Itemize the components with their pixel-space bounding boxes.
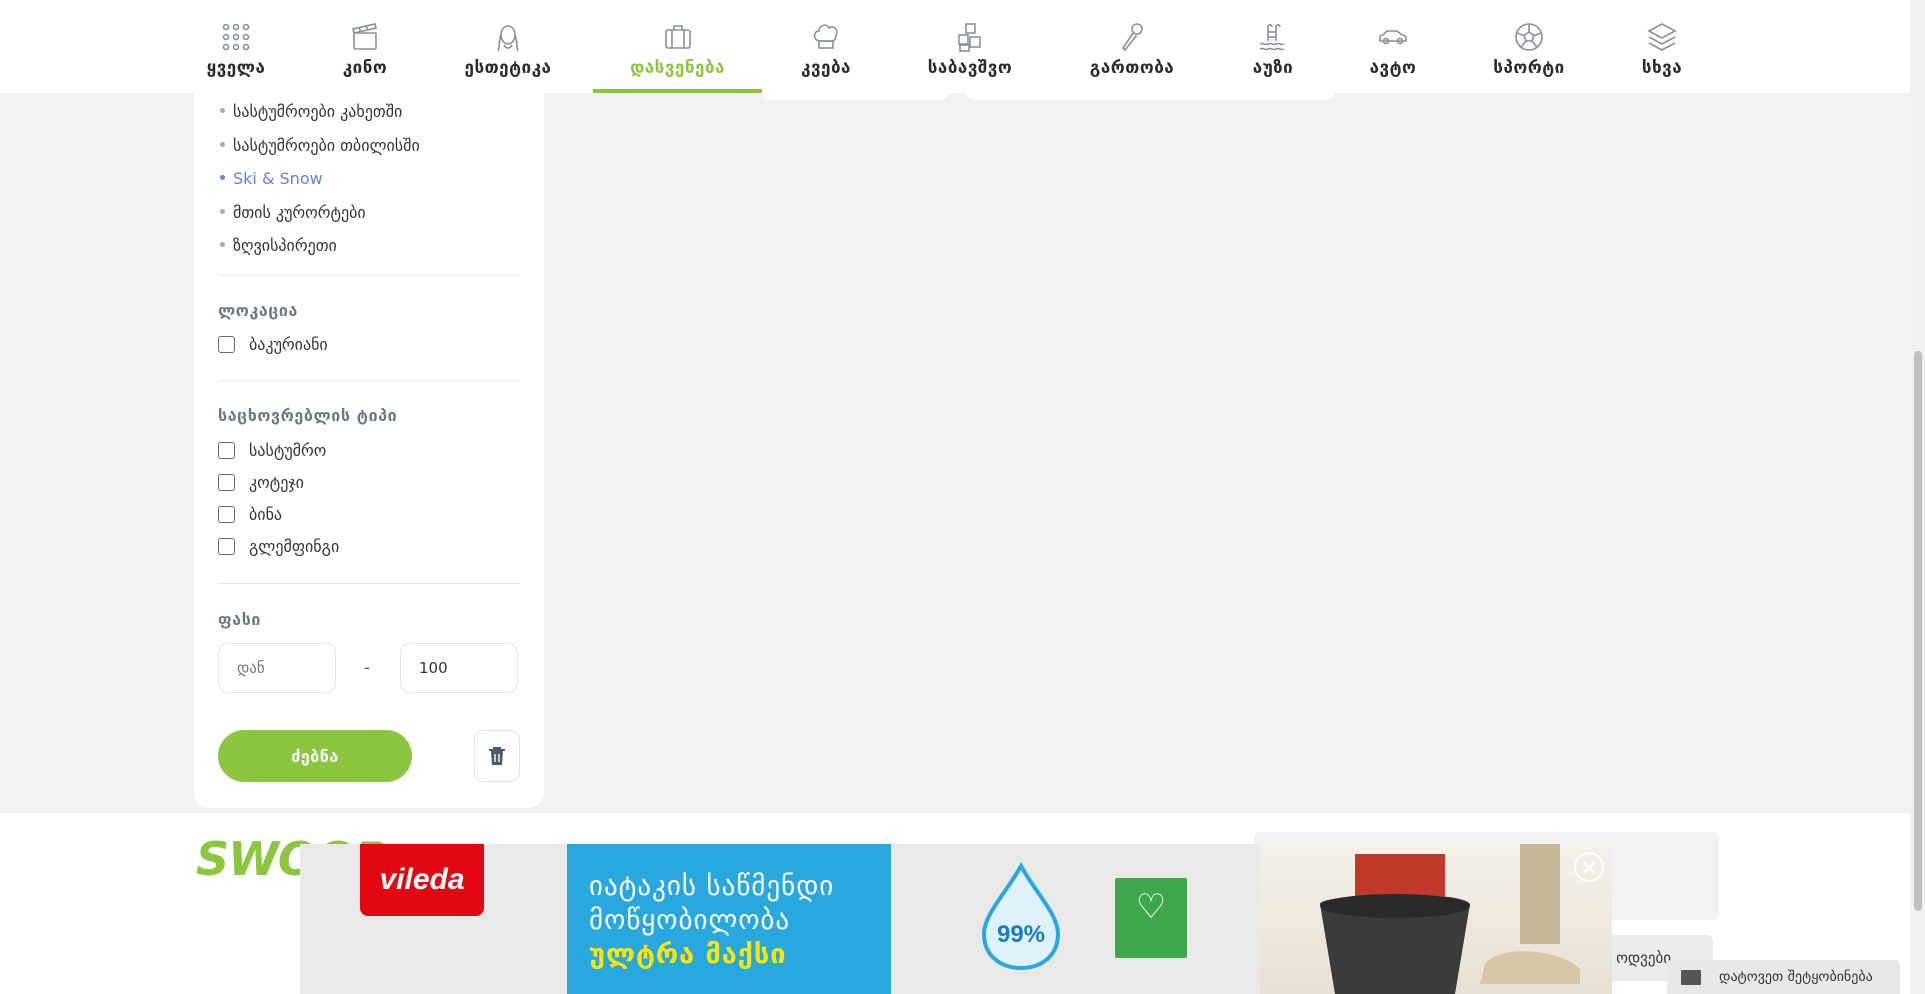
ad-line: ულტრა მაქსი <box>589 939 787 970</box>
ad-brand-logo: vileda <box>360 844 484 916</box>
soccer-ball-icon <box>1512 20 1546 54</box>
nav-item-pool[interactable]: აუზი <box>1250 0 1296 93</box>
subcategory-item[interactable]: სასტუმროები კახეთში <box>220 95 420 129</box>
checkbox[interactable] <box>218 506 235 523</box>
divider <box>218 380 520 381</box>
ad-text-panel: იატაკის საწმენდი მოწყობილობა ულტრა მაქსი <box>567 844 891 994</box>
price-title: ფასი <box>218 610 262 629</box>
clear-filters-button[interactable] <box>474 730 520 782</box>
toy-blocks-icon <box>953 20 987 54</box>
layers-icon <box>1645 20 1679 54</box>
ad-product-photo <box>1260 844 1612 994</box>
nav-item-vacation[interactable]: დასვენება <box>593 0 762 93</box>
nav-label: საბავშვო <box>927 58 1013 78</box>
divider <box>218 583 520 584</box>
location-checkbox[interactable]: ბაკურიანი <box>218 335 328 354</box>
nav-item-esthetics[interactable]: ესთეტიკა <box>458 0 558 93</box>
nav-label: ესთეტიკა <box>464 58 552 78</box>
clapperboard-icon <box>348 20 382 54</box>
checkbox[interactable] <box>218 538 235 555</box>
nav-item-all[interactable]: ყველა <box>196 0 276 93</box>
bullet <box>220 242 225 247</box>
price-to-input[interactable] <box>400 643 518 693</box>
ad-line: მოწყობილობა <box>589 905 791 936</box>
nav-label: ავტო <box>1369 58 1417 78</box>
subcategory-list: სასტუმროები კახეთში სასტუმროები თბილისში… <box>220 95 420 263</box>
nav-item-auto[interactable]: ავტო <box>1368 0 1418 93</box>
nav-label: გართობა <box>1089 58 1175 78</box>
close-ad-button[interactable]: × <box>1574 852 1604 882</box>
drop-percent: 99% <box>997 921 1045 948</box>
pool-icon <box>1256 20 1290 54</box>
checkbox[interactable] <box>218 336 235 353</box>
bullet <box>220 108 225 113</box>
divider <box>218 275 520 276</box>
recycled-badge: ♡ <box>1115 878 1187 958</box>
nav-item-sport[interactable]: სპორტი <box>1490 0 1568 93</box>
filter-sidebar: სასტუმროები კახეთში სასტუმროები თბილისში… <box>194 70 544 808</box>
nav-item-other[interactable]: სხვა <box>1640 0 1684 93</box>
category-nav: ყველა კინო ესთეტიკა დასვენება კვება საბა… <box>0 0 1910 93</box>
grid-icon <box>219 20 253 54</box>
accommodation-checkbox[interactable]: ბინა <box>218 505 282 524</box>
ad-line: იატაკის საწმენდი <box>589 871 835 902</box>
chef-hat-icon <box>809 20 843 54</box>
accommodation-checkbox[interactable]: კოტეჯი <box>218 473 304 492</box>
bullet <box>220 175 225 180</box>
checkbox[interactable] <box>218 474 235 491</box>
accommodation-checkbox[interactable]: სასტუმრო <box>218 441 326 460</box>
subcategory-item-active[interactable]: Ski & Snow <box>220 162 420 196</box>
active-tab-indicator <box>593 89 762 93</box>
page-scrollbar[interactable] <box>1910 0 1925 994</box>
trash-icon <box>489 747 505 765</box>
subcategory-item[interactable]: მთის კურორტები <box>220 196 420 230</box>
nav-item-entertainment[interactable]: გართობა <box>1088 0 1176 93</box>
nav-label: აუზი <box>1252 58 1294 78</box>
location-title: ლოკაცია <box>218 301 298 320</box>
subcategory-item[interactable]: ზღვისპირეთი <box>220 229 420 263</box>
mop-bucket-image <box>1320 844 1580 994</box>
woman-face-icon <box>491 20 525 54</box>
ad-banner[interactable]: vileda იატაკის საწმენდი მოწყობილობა ულტრ… <box>300 844 1612 994</box>
accommodation-checkbox[interactable]: გლემფინგი <box>218 537 339 556</box>
nav-label: ყველა <box>206 58 266 78</box>
scrollbar-thumb[interactable] <box>1914 351 1922 911</box>
subcategory-item[interactable]: სასტუმროები თბილისში <box>220 129 420 163</box>
suitcase-icon <box>661 20 695 54</box>
microphone-icon <box>1115 20 1149 54</box>
accommodation-title: საცხოვრებლის ტიპი <box>218 406 398 425</box>
heart-icon: ♡ <box>1135 887 1167 927</box>
nav-label: კვება <box>801 58 851 78</box>
nav-label: სხვა <box>1641 58 1683 78</box>
envelope-icon <box>1681 969 1701 985</box>
price-from-input[interactable] <box>218 643 336 693</box>
nav-item-food[interactable]: კვება <box>796 0 856 93</box>
nav-label: კინო <box>342 58 388 78</box>
search-button[interactable]: ძებნა <box>218 730 412 782</box>
bullet <box>220 208 225 214</box>
nav-item-cinema[interactable]: კინო <box>330 0 400 93</box>
checkbox[interactable] <box>218 442 235 459</box>
leave-message-button[interactable]: დატოვეთ შეტყობინება <box>1667 960 1900 994</box>
nav-label: დასვენება <box>630 58 725 78</box>
nav-label: სპორტი <box>1493 58 1565 78</box>
bullet <box>220 141 225 147</box>
water-drop-icon: 99% <box>981 862 1061 970</box>
nav-item-kids[interactable]: საბავშვო <box>924 0 1016 93</box>
car-icon <box>1376 20 1410 54</box>
price-separator: - <box>364 658 370 677</box>
